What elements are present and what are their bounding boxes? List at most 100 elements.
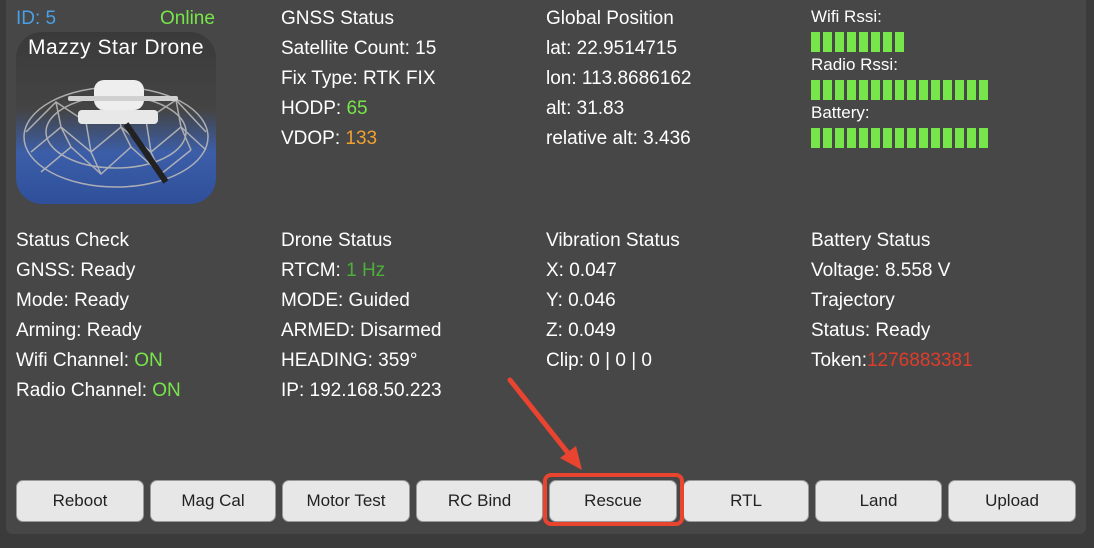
altitude: alt: 31.83 xyxy=(546,98,625,119)
status-check-section: Status Check GNSS: Ready Mode: Ready Arm… xyxy=(16,226,181,406)
hdop-row: HODP: 65 xyxy=(281,94,436,124)
vdop-row: VDOP: 133 xyxy=(281,124,436,154)
signal-bar-segment xyxy=(919,128,928,148)
wifi-rssi-label: Wifi Rssi: xyxy=(811,7,882,26)
token-label: Token: xyxy=(811,350,867,371)
upload-button[interactable]: Upload xyxy=(948,480,1076,522)
signal-bar-segment xyxy=(871,128,880,148)
ip-address: IP: 192.168.50.223 xyxy=(281,380,442,401)
signal-bar-segment xyxy=(847,32,856,52)
signal-bar-segment xyxy=(823,128,832,148)
vdop-value: 133 xyxy=(345,128,378,149)
drone-thumbnail: Mazzy Star Drone xyxy=(16,32,216,204)
signal-bar-segment xyxy=(907,80,916,100)
signal-bar-segment xyxy=(955,128,964,148)
rtcm-value: 1 Hz xyxy=(346,260,386,281)
vibration-title: Vibration Status xyxy=(546,230,680,251)
radio-channel-row: Radio Channel: ON xyxy=(16,376,181,406)
hdop-value: 65 xyxy=(346,98,368,119)
mode-ready: Mode: Ready xyxy=(16,290,130,311)
armed-state: ARMED: Disarmed xyxy=(281,320,442,341)
rescue-highlight-box xyxy=(543,473,684,526)
signal-bar-segment xyxy=(835,32,844,52)
signal-bar-segment xyxy=(811,128,820,148)
vibration-z: Z: 0.049 xyxy=(546,320,616,341)
signal-bar-segment xyxy=(895,32,904,52)
gnss-ready: GNSS: Ready xyxy=(16,260,136,281)
rc-bind-button[interactable]: RC Bind xyxy=(416,480,543,522)
wifi-channel-row: Wifi Channel: ON xyxy=(16,346,181,376)
signal-bar-segment xyxy=(979,128,988,148)
motor-test-button[interactable]: Motor Test xyxy=(282,480,410,522)
radio-rssi-label: Radio Rssi: xyxy=(811,55,898,74)
wifi-rssi-bars xyxy=(811,32,904,52)
drone-status-title: Drone Status xyxy=(281,230,392,251)
vibration-clip: Clip: 0 | 0 | 0 xyxy=(546,350,652,371)
token-value: 1276883381 xyxy=(866,350,973,371)
rtcm-row: RTCM: 1 Hz xyxy=(281,256,442,286)
drone-status-section: Drone Status RTCM: 1 Hz MODE: Guided ARM… xyxy=(281,226,442,406)
drone-id: ID: 5 xyxy=(16,8,57,29)
signal-bar-segment xyxy=(979,80,988,100)
token-row: Token:1276883381 xyxy=(811,346,973,376)
battery-status-title: Battery Status xyxy=(811,230,931,251)
longitude: lon: 113.8686162 xyxy=(546,68,692,89)
vdop-label: VDOP: xyxy=(281,128,346,149)
signal-bar-segment xyxy=(907,128,916,148)
signal-bar-segment xyxy=(835,80,844,100)
arming-ready: Arming: Ready xyxy=(16,320,142,341)
signal-bar-segment xyxy=(883,80,892,100)
signal-bar-segment xyxy=(859,128,868,148)
wifi-channel-label: Wifi Channel: xyxy=(16,350,135,371)
signal-bar-segment xyxy=(943,80,952,100)
vibration-x: X: 0.047 xyxy=(546,260,617,281)
gnss-status-section: GNSS Status Satellite Count: 15 Fix Type… xyxy=(281,4,436,154)
signal-bar-segment xyxy=(967,80,976,100)
battery-status-section: Battery Status Voltage: 8.558 V Trajecto… xyxy=(811,226,973,376)
signal-bar-segment xyxy=(931,128,940,148)
trajectory-label: Trajectory xyxy=(811,290,895,311)
signal-bar-segment xyxy=(859,32,868,52)
rtcm-label: RTCM: xyxy=(281,260,347,281)
trajectory-status: Status: Ready xyxy=(811,320,931,341)
radio-channel-value: ON xyxy=(152,380,181,401)
drone-illustration xyxy=(23,80,209,188)
fix-type: Fix Type: RTK FIX xyxy=(281,68,436,89)
signal-bar-segment xyxy=(835,128,844,148)
signal-bar-segment xyxy=(823,80,832,100)
signal-bar-segment xyxy=(871,80,880,100)
mag-cal-button[interactable]: Mag Cal xyxy=(150,480,276,522)
signal-bar-segment xyxy=(871,32,880,52)
vibration-y: Y: 0.046 xyxy=(546,290,616,311)
signal-bar-segment xyxy=(847,80,856,100)
connection-status: Online xyxy=(160,8,215,29)
signal-bar-segment xyxy=(895,128,904,148)
signal-bar-segment xyxy=(955,80,964,100)
latitude: lat: 22.9514715 xyxy=(546,38,678,59)
signal-bar-segment xyxy=(919,80,928,100)
hdop-label: HODP: xyxy=(281,98,347,119)
signal-bar-segment xyxy=(943,128,952,148)
battery-voltage: Voltage: 8.558 V xyxy=(811,260,951,281)
signal-bar-segment xyxy=(811,80,820,100)
signal-bar-segment xyxy=(859,80,868,100)
satellite-count: Satellite Count: 15 xyxy=(281,38,437,59)
signal-bar-segment xyxy=(883,32,892,52)
battery-label: Battery: xyxy=(811,103,870,122)
radio-rssi-bars xyxy=(811,80,988,100)
reboot-button[interactable]: Reboot xyxy=(16,480,144,522)
flight-mode: MODE: Guided xyxy=(281,290,410,311)
battery-bars xyxy=(811,128,988,148)
signal-bar-segment xyxy=(847,128,856,148)
signal-bar-segment xyxy=(967,128,976,148)
wifi-channel-value: ON xyxy=(134,350,163,371)
land-button[interactable]: Land xyxy=(815,480,942,522)
status-check-title: Status Check xyxy=(16,230,129,251)
signal-bar-segment xyxy=(895,80,904,100)
radio-channel-label: Radio Channel: xyxy=(16,380,153,401)
signal-bar-segment xyxy=(931,80,940,100)
vibration-status-section: Vibration Status X: 0.047 Y: 0.046 Z: 0.… xyxy=(546,226,680,376)
signal-bar-segment xyxy=(823,32,832,52)
global-position-title: Global Position xyxy=(546,8,674,29)
rtl-button[interactable]: RTL xyxy=(683,480,809,522)
